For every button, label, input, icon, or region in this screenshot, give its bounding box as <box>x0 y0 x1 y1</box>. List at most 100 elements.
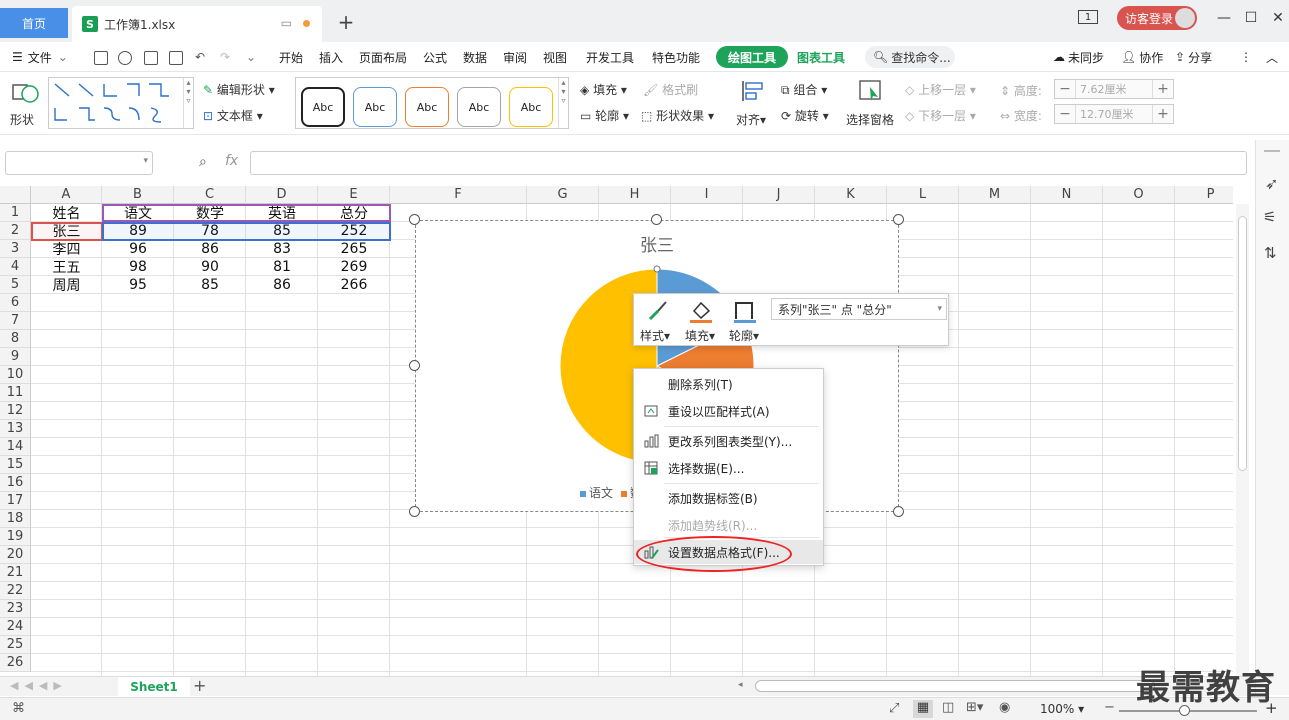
menu-special[interactable]: 特色功能 <box>652 48 700 66</box>
eye-protection-icon[interactable]: ◉ <box>999 700 1010 715</box>
format-painter-button[interactable]: 🖌︎ 格式刷 <box>643 81 698 98</box>
row-header[interactable]: 25 <box>0 636 31 654</box>
resize-handle-bl[interactable] <box>409 506 420 517</box>
height-value[interactable]: 7.62厘米 <box>1075 80 1153 98</box>
table-cell[interactable]: 252 <box>318 222 390 240</box>
align-button[interactable]: 对齐▾ <box>736 77 776 131</box>
rotate-button[interactable]: ⟳ 旋转 ▾ <box>781 107 829 124</box>
sheet-nav-arrows[interactable]: ◀◀◀▶ <box>10 679 68 692</box>
table-cell[interactable]: 96 <box>102 240 174 258</box>
menu-formula[interactable]: 公式 <box>423 48 447 66</box>
menu-insert[interactable]: 插入 <box>319 48 343 66</box>
row-header[interactable]: 17 <box>0 492 31 510</box>
maximize-button[interactable]: ☐ <box>1241 8 1261 28</box>
row-header[interactable]: 14 <box>0 438 31 456</box>
row-header[interactable]: 1 <box>0 204 31 222</box>
row-header[interactable]: 16 <box>0 474 31 492</box>
collaborate-button[interactable]: 👤︎ 协作 <box>1121 48 1163 66</box>
save-icon[interactable] <box>94 51 108 65</box>
width-value[interactable]: 12.70厘米 <box>1075 105 1153 123</box>
menu-select-data[interactable]: 选择数据(E)... <box>634 456 823 480</box>
monitor-icon[interactable]: ▭ <box>281 16 292 30</box>
print-icon[interactable] <box>144 51 158 65</box>
shape-style-4[interactable]: Abc <box>457 87 501 127</box>
bring-forward-button[interactable]: ◇ 上移一层 ▾ <box>905 81 976 98</box>
table-cell[interactable]: 周周 <box>31 276 102 294</box>
menu-add-trendline[interactable]: 添加趋势线(R)... <box>634 513 823 537</box>
tab-drawing-tools[interactable]: 绘图工具 <box>716 46 789 68</box>
outline-button[interactable]: 轮廓▾ <box>726 297 764 343</box>
row-header[interactable]: 15 <box>0 456 31 474</box>
fx-icon[interactable]: fx <box>225 153 238 169</box>
vertical-scrollbar[interactable] <box>1236 204 1249 676</box>
column-header[interactable]: C <box>174 186 246 204</box>
row-header[interactable]: 20 <box>0 546 31 564</box>
scroll-left-icon[interactable]: ◂ <box>738 680 743 690</box>
command-search[interactable]: 🔍︎ 查找命令... <box>865 46 955 68</box>
row-header[interactable]: 22 <box>0 582 31 600</box>
fullscreen-icon[interactable]: ⤢ <box>889 701 899 716</box>
table-cell[interactable]: 姓名 <box>31 204 102 222</box>
table-cell[interactable]: 语文 <box>102 204 174 222</box>
gallery-scroll[interactable]: ▴ ▾ ▿ <box>183 78 193 128</box>
table-cell[interactable]: 83 <box>246 240 318 258</box>
normal-view-icon[interactable]: ▦ <box>913 700 933 718</box>
menu-delete-series[interactable]: 删除系列(T) <box>634 372 823 396</box>
transform-icon[interactable]: ⇅ <box>1264 244 1277 262</box>
resize-handle-br[interactable] <box>893 506 904 517</box>
row-header[interactable]: 5 <box>0 276 31 294</box>
menu-change-chart-type[interactable]: 更改系列图表类型(Y)... <box>634 429 823 453</box>
zoom-search-icon[interactable]: ⌕ <box>199 154 207 170</box>
style-button[interactable]: 样式▾ <box>638 297 676 343</box>
row-header[interactable]: 9 <box>0 348 31 366</box>
quick-access-dropdown-icon[interactable]: ⌄ <box>246 48 256 66</box>
fill-button[interactable]: ◈ 填充 ▾ <box>580 81 627 98</box>
column-header[interactable]: J <box>743 186 815 204</box>
page-layout-view-icon[interactable]: ◫ <box>942 700 954 715</box>
minimize-button[interactable]: — <box>1214 8 1234 28</box>
table-cell[interactable]: 78 <box>174 222 246 240</box>
column-header[interactable]: A <box>31 186 102 204</box>
shape-tool[interactable]: 形状 <box>8 77 44 129</box>
row-header[interactable]: 7 <box>0 312 31 330</box>
table-cell[interactable]: 86 <box>246 276 318 294</box>
table-cell[interactable]: 英语 <box>246 204 318 222</box>
width-decrement[interactable]: − <box>1055 106 1075 122</box>
print-preview-icon[interactable] <box>169 51 183 65</box>
table-cell[interactable]: 90 <box>174 258 246 276</box>
row-header[interactable]: 13 <box>0 420 31 438</box>
chart-element-select[interactable]: 系列"张三" 点 "总分" ▾ <box>771 298 947 320</box>
resize-handle-l[interactable] <box>409 360 420 371</box>
selection-pane-button[interactable]: 选择窗格 <box>846 77 900 131</box>
shape-style-2[interactable]: Abc <box>353 87 397 127</box>
row-header[interactable]: 11 <box>0 384 31 402</box>
data-point-handle[interactable] <box>653 265 661 273</box>
collapse-ribbon-icon[interactable]: ︿ <box>1266 48 1278 66</box>
table-cell[interactable]: 张三 <box>31 222 102 240</box>
column-header[interactable]: F <box>390 186 527 204</box>
guest-login-button[interactable]: 访客登录 <box>1117 6 1197 30</box>
macro-record-icon[interactable]: ⌘ <box>12 701 25 716</box>
row-header[interactable]: 6 <box>0 294 31 312</box>
send-backward-button[interactable]: ◇ 下移一层 ▾ <box>905 107 976 124</box>
add-sheet-button[interactable]: + <box>193 676 206 695</box>
tab-chart-tools[interactable]: 图表工具 <box>797 48 845 66</box>
row-header[interactable]: 2 <box>0 222 31 240</box>
column-header[interactable]: B <box>102 186 174 204</box>
menu-developer[interactable]: 开发工具 <box>586 48 634 66</box>
table-cell[interactable]: 总分 <box>318 204 390 222</box>
table-cell[interactable]: 81 <box>246 258 318 276</box>
column-header[interactable]: K <box>815 186 887 204</box>
sync-status[interactable]: ☁ 未同步 <box>1053 48 1104 66</box>
column-header[interactable]: P <box>1175 186 1233 204</box>
height-increment[interactable]: + <box>1153 81 1173 97</box>
resize-handle-tl[interactable] <box>409 214 420 225</box>
name-box[interactable]: ▾ <box>5 151 153 175</box>
shape-style-1[interactable]: Abc <box>301 87 345 127</box>
table-cell[interactable]: 86 <box>174 240 246 258</box>
column-header[interactable]: O <box>1103 186 1175 204</box>
menu-review[interactable]: 审阅 <box>503 48 527 66</box>
row-header[interactable]: 4 <box>0 258 31 276</box>
styles-scroll[interactable]: ▴ ▾ ▿ <box>558 78 568 128</box>
chevron-down-icon[interactable]: ▾ <box>143 156 148 166</box>
